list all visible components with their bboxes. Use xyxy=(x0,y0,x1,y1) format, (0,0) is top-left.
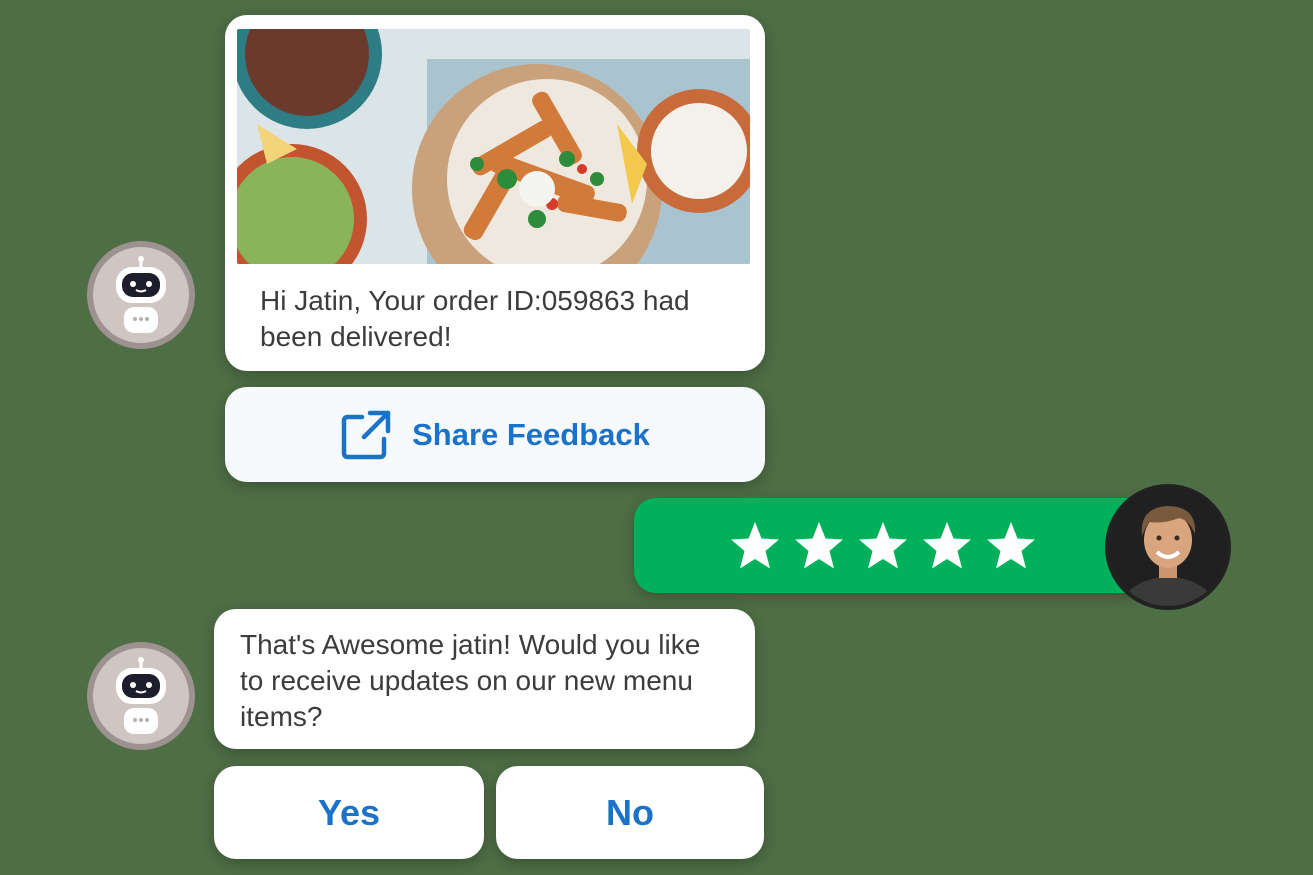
rating-bubble xyxy=(634,498,1149,593)
bot-avatar xyxy=(87,642,195,750)
no-label: No xyxy=(606,791,654,833)
star-icon xyxy=(731,522,779,569)
bot-avatar xyxy=(87,241,195,349)
yes-label: Yes xyxy=(317,791,381,833)
order-message-text: Hi Jatin, Your order ID:059863 had been … xyxy=(260,285,690,352)
user-photo xyxy=(1109,488,1227,606)
followup-message-text: That's Awesome jatin! Would you like to … xyxy=(240,629,701,732)
external-link-icon-svg xyxy=(341,410,391,459)
yes-button[interactable]: Yes xyxy=(214,766,484,859)
star-icon xyxy=(923,522,971,569)
star-icon xyxy=(859,522,907,569)
no-button[interactable]: No xyxy=(496,766,764,859)
user-avatar xyxy=(1105,484,1231,610)
food-photo-svg xyxy=(237,29,750,264)
star-icon xyxy=(987,522,1035,569)
food-photo xyxy=(237,29,750,264)
order-message-card: Hi Jatin, Your order ID:059863 had been … xyxy=(225,15,765,371)
robot-icon xyxy=(116,657,166,734)
star-icon xyxy=(795,522,843,569)
rating-stars xyxy=(729,520,1037,572)
share-feedback-button[interactable]: Share Feedback xyxy=(225,387,765,482)
robot-icon xyxy=(116,256,166,333)
followup-message-card: That's Awesome jatin! Would you like to … xyxy=(214,609,755,749)
share-feedback-label: Share Feedback xyxy=(412,416,650,452)
external-link-icon xyxy=(340,409,392,461)
